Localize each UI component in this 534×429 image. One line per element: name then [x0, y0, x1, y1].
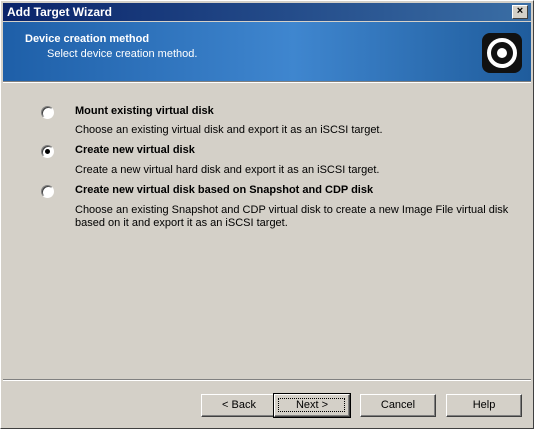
wizard-header-banner: Device creation method Select device cre…	[3, 22, 531, 81]
option-desc-create-from-snapshot-line2: based on it and export it as an iSCSI ta…	[75, 217, 288, 229]
next-button-label: Next >	[295, 399, 329, 411]
cancel-button[interactable]: Cancel	[360, 394, 436, 417]
title-bar[interactable]: Add Target Wizard ×	[3, 3, 531, 21]
window-title: Add Target Wizard	[7, 5, 113, 19]
back-button-label: < Back	[222, 399, 256, 411]
radio-create-from-snapshot[interactable]	[41, 185, 54, 198]
option-desc-create-from-snapshot-line1: Choose an existing Snapshot and CDP virt…	[75, 204, 509, 216]
radio-create-new[interactable]	[41, 145, 54, 158]
header-divider	[3, 81, 531, 83]
radio-mount-existing[interactable]	[41, 106, 54, 119]
cancel-button-label: Cancel	[380, 399, 416, 411]
option-label-create-from-snapshot[interactable]: Create new virtual disk based on Snapsho…	[75, 184, 373, 196]
close-button[interactable]: ×	[512, 5, 528, 19]
page-subtitle: Select device creation method.	[47, 48, 198, 60]
help-button[interactable]: Help	[446, 394, 522, 417]
radio-selected-dot	[45, 149, 50, 154]
next-button[interactable]: Next >	[273, 393, 351, 418]
target-ring-icon	[482, 33, 522, 73]
wizard-window: Add Target Wizard × Device creation meth…	[0, 0, 534, 429]
close-icon: ×	[516, 5, 524, 17]
option-desc-create-new: Create a new virtual hard disk and expor…	[75, 164, 380, 176]
option-label-mount-existing[interactable]: Mount existing virtual disk	[75, 105, 214, 117]
option-label-create-new[interactable]: Create new virtual disk	[75, 144, 195, 156]
page-title: Device creation method	[25, 33, 150, 45]
option-desc-mount-existing: Choose an existing virtual disk and expo…	[75, 124, 383, 136]
back-button[interactable]: < Back	[201, 394, 277, 417]
footer-divider	[3, 379, 531, 381]
help-button-label: Help	[472, 399, 496, 411]
